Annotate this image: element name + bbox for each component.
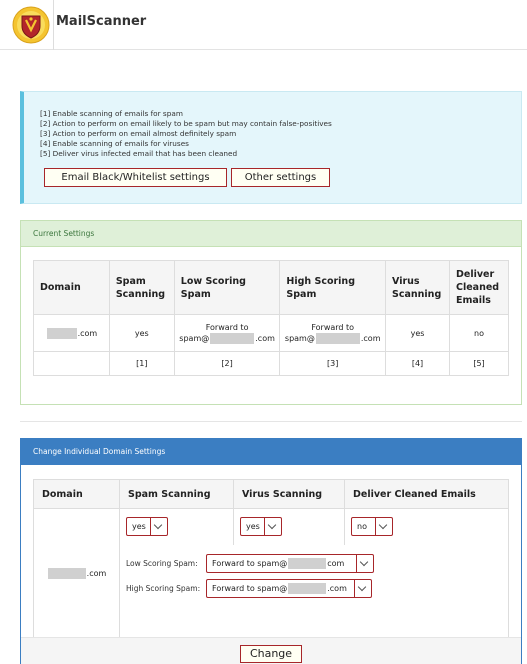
- mailscanner-shield-logo-icon: [12, 6, 50, 44]
- redacted-text: [47, 568, 86, 579]
- chevron-down-icon: [150, 518, 167, 536]
- high-scoring-value: Forward to spam@ .com: [279, 314, 387, 352]
- spam-scanning-select[interactable]: yes: [126, 517, 168, 537]
- col-virus-scanning: Virus Scanning: [385, 260, 450, 315]
- header-divider: [53, 0, 54, 50]
- col-virus-scanning: Virus Scanning: [233, 479, 345, 509]
- domain-cell: .com: [33, 314, 110, 352]
- legend-line-1: [1] Enable scanning of emails for spam: [40, 109, 183, 118]
- index-3: [3]: [279, 351, 387, 376]
- legend-line-5: [5] Deliver virus infected email that ha…: [40, 149, 238, 158]
- table-row: .com yes Forward to spam@ .com Forward to s…: [33, 314, 509, 352]
- col-spam-scanning: Spam Scanning: [108, 260, 175, 315]
- change-settings-panel: Change Individual Domain Settings Domain…: [20, 438, 522, 664]
- current-settings-heading: Current Settings: [21, 221, 521, 247]
- change-button[interactable]: Change: [240, 645, 302, 663]
- col-domain: Domain: [33, 260, 110, 315]
- index-empty: [33, 351, 110, 376]
- low-scoring-label: Low Scoring Spam:: [126, 558, 198, 568]
- current-settings-panel: Current Settings Domain Spam Scanning Lo…: [20, 220, 522, 405]
- low-scoring-spam-select[interactable]: Forward to spam@ com: [206, 553, 374, 573]
- index-1: [1]: [108, 351, 175, 376]
- col-domain: Domain: [33, 479, 120, 509]
- high-scoring-label: High Scoring Spam:: [126, 583, 201, 593]
- redacted-text: [46, 327, 77, 339]
- col-low-scoring-spam: Low Scoring Spam: [173, 260, 281, 315]
- deliver-cleaned-select[interactable]: no: [351, 517, 393, 537]
- low-scoring-value: Forward to spam@ .com: [173, 314, 281, 352]
- chevron-down-icon: [264, 518, 281, 536]
- redacted-text: [288, 557, 327, 569]
- index-5: [5]: [449, 351, 509, 376]
- virus-value: yes: [385, 314, 450, 352]
- spam-value: yes: [108, 314, 175, 352]
- section-divider: [20, 421, 522, 422]
- legend-line-3: [3] Action to perform on email almost de…: [40, 129, 237, 138]
- deliver-value: no: [449, 314, 509, 352]
- high-scoring-spam-select[interactable]: Forward to spam@ .com: [206, 578, 372, 598]
- top-bar: MailScanner: [0, 0, 527, 50]
- app-title: MailScanner: [56, 14, 147, 29]
- black-whitelist-settings-button[interactable]: Email Black/Whitelist settings: [44, 168, 227, 187]
- change-settings-heading: Change Individual Domain Settings: [21, 439, 521, 465]
- legend-line-4: [4] Enable scanning of emails for viruse…: [40, 139, 189, 148]
- other-settings-button[interactable]: Other settings: [231, 168, 330, 187]
- current-settings-table: Domain Spam Scanning Low Scoring Spam Hi…: [33, 260, 509, 376]
- col-spam-scanning: Spam Scanning: [119, 479, 234, 509]
- chevron-down-icon: [354, 579, 371, 597]
- chevron-down-icon: [375, 518, 392, 536]
- col-deliver-cleaned-emails: Deliver Cleaned Emails: [449, 260, 509, 315]
- col-deliver-cleaned-emails: Deliver Cleaned Emails: [344, 479, 509, 509]
- redacted-text: [288, 582, 327, 594]
- domain-cell: .com: [33, 508, 120, 639]
- index-2: [2]: [173, 351, 281, 376]
- index-4: [4]: [385, 351, 450, 376]
- redacted-text: [210, 333, 255, 344]
- legend-line-2: [2] Action to perform on email likely to…: [40, 119, 332, 128]
- chevron-down-icon: [356, 554, 373, 572]
- virus-scanning-select[interactable]: yes: [240, 517, 282, 537]
- spam-action-cell: Low Scoring Spam: Forward to spam@ com Hi…: [119, 544, 509, 639]
- info-box: [1] Enable scanning of emails for spam […: [20, 91, 522, 204]
- legend-lines: [1] Enable scanning of emails for spam […: [40, 109, 332, 159]
- redacted-text: [315, 333, 360, 344]
- change-settings-table: Domain Spam Scanning Virus Scanning Deli…: [33, 479, 509, 639]
- col-high-scoring-spam: High Scoring Spam: [279, 260, 387, 315]
- index-row: [1] [2] [3] [4] [5]: [33, 351, 509, 376]
